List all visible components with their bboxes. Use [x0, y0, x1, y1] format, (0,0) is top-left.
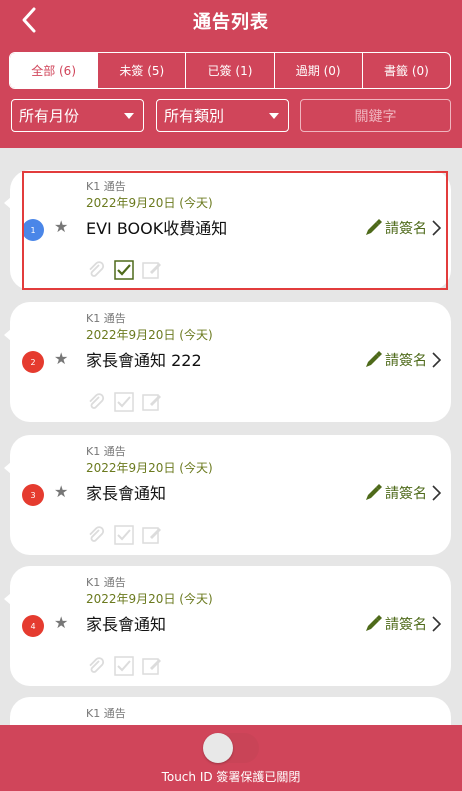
month-select-value: 所有月份 — [19, 107, 80, 125]
month-select[interactable]: 所有月份 — [11, 99, 144, 132]
sign-button[interactable]: 請簽名 — [364, 350, 441, 370]
category-select-value: 所有類別 — [164, 107, 225, 125]
notice-card[interactable]: 2 ★ K1 通告 2022年9月20日 (今天) 家長會通知 222 請簽名 — [4, 302, 451, 422]
caret-down-icon — [269, 113, 279, 119]
attachment-icon — [89, 393, 105, 409]
attachment-icon — [89, 526, 105, 542]
pen-icon — [366, 219, 382, 235]
sign-label: 請簽名 — [385, 486, 427, 502]
sign-label: 請簽名 — [385, 353, 427, 369]
notice-number-badge: 4 — [22, 615, 44, 637]
bookmark-star-icon[interactable]: ★ — [54, 217, 68, 236]
touch-id-status: Touch ID 簽署保護已關閉 — [161, 770, 301, 784]
notice-date: 2022年9月20日 (今天) — [86, 196, 213, 210]
category-select[interactable]: 所有類別 — [156, 99, 289, 132]
chevron-right-icon — [432, 485, 441, 501]
edit-icon — [142, 262, 161, 279]
card-notch — [4, 593, 11, 605]
sign-button[interactable]: 請簽名 — [364, 483, 441, 503]
attachment-icon — [89, 657, 105, 673]
touch-id-toggle[interactable] — [203, 733, 259, 763]
pen-icon — [366, 615, 382, 631]
tab-unsigned[interactable]: 未簽 (5) — [97, 53, 185, 88]
unsigned-checkbox-icon — [114, 525, 134, 545]
status-icons — [86, 392, 162, 412]
pen-icon — [366, 484, 382, 500]
card-notch — [4, 197, 11, 209]
notice-date: 2022年9月20日 (今天) — [86, 328, 213, 342]
card-notch — [4, 329, 11, 341]
notice-category: K1 通告 — [86, 576, 126, 589]
notice-number-badge: 2 — [22, 351, 44, 373]
status-icons — [86, 260, 162, 280]
tab-bookmarks[interactable]: 書籤 (0) — [361, 53, 450, 88]
bookmark-star-icon[interactable]: ★ — [54, 349, 68, 368]
sign-label: 請簽名 — [385, 617, 427, 633]
card-notch — [4, 462, 11, 474]
notice-number-badge: 3 — [22, 484, 44, 506]
chevron-right-icon — [432, 352, 441, 368]
notice-title: 家長會通知 222 — [86, 351, 202, 370]
notice-category: K1 通告 — [86, 180, 126, 193]
bookmark-star-icon[interactable]: ★ — [54, 613, 68, 632]
chevron-right-icon — [432, 220, 441, 236]
notice-card[interactable]: 1 ★ K1 通告 2022年9月20日 (今天) EVI BOOK收費通知 請… — [4, 170, 451, 290]
notice-date: 2022年9月20日 (今天) — [86, 592, 213, 606]
chevron-right-icon — [432, 616, 441, 632]
sign-label: 請簽名 — [385, 221, 427, 237]
sign-button[interactable]: 請簽名 — [364, 614, 441, 634]
notice-category: K1 通告 — [86, 707, 126, 720]
sign-button[interactable]: 請簽名 — [364, 218, 441, 238]
caret-down-icon — [124, 113, 134, 119]
edit-icon — [142, 658, 161, 675]
top-bar: 通告列表 全部 (6) 未簽 (5) 已簽 (1) 過期 (0) 書籤 (0) … — [0, 0, 462, 148]
bookmark-star-icon[interactable]: ★ — [54, 482, 68, 501]
unsigned-checkbox-icon — [114, 656, 134, 676]
tab-signed[interactable]: 已簽 (1) — [185, 53, 273, 88]
tab-all[interactable]: 全部 (6) — [10, 53, 98, 88]
edit-icon — [142, 527, 161, 544]
signed-checkbox-icon — [114, 260, 134, 280]
filter-row: 所有月份 所有類別 關鍵字 — [11, 99, 451, 132]
bottom-bar: Touch ID 簽署保護已關閉 — [0, 725, 462, 791]
attachment-icon — [89, 261, 105, 277]
pen-icon — [366, 351, 382, 367]
toggle-knob — [203, 733, 233, 763]
status-icons — [86, 525, 162, 545]
notice-card[interactable]: 4 ★ K1 通告 2022年9月20日 (今天) 家長會通知 請簽名 — [4, 566, 451, 686]
notice-title: EVI BOOK收費通知 — [86, 219, 228, 238]
notice-category: K1 通告 — [86, 312, 126, 325]
notice-card[interactable]: 3 ★ K1 通告 2022年9月20日 (今天) 家長會通知 請簽名 — [4, 435, 451, 555]
notice-date: 2022年9月20日 (今天) — [86, 461, 213, 475]
keyword-input[interactable]: 關鍵字 — [300, 99, 451, 132]
notice-category: K1 通告 — [86, 445, 126, 458]
notice-title: 家長會通知 — [86, 484, 167, 503]
filter-tabs: 全部 (6) 未簽 (5) 已簽 (1) 過期 (0) 書籤 (0) — [9, 52, 451, 89]
unsigned-checkbox-icon — [114, 392, 134, 412]
status-icons — [86, 656, 162, 676]
edit-icon — [142, 394, 161, 411]
notice-title: 家長會通知 — [86, 615, 167, 634]
notice-list[interactable]: 1 ★ K1 通告 2022年9月20日 (今天) EVI BOOK收費通知 請… — [0, 148, 462, 725]
notice-card[interactable]: K1 通告 — [4, 697, 451, 725]
page-title: 通告列表 — [193, 12, 269, 33]
tab-expired[interactable]: 過期 (0) — [273, 53, 362, 88]
notice-number-badge: 1 — [22, 219, 44, 241]
